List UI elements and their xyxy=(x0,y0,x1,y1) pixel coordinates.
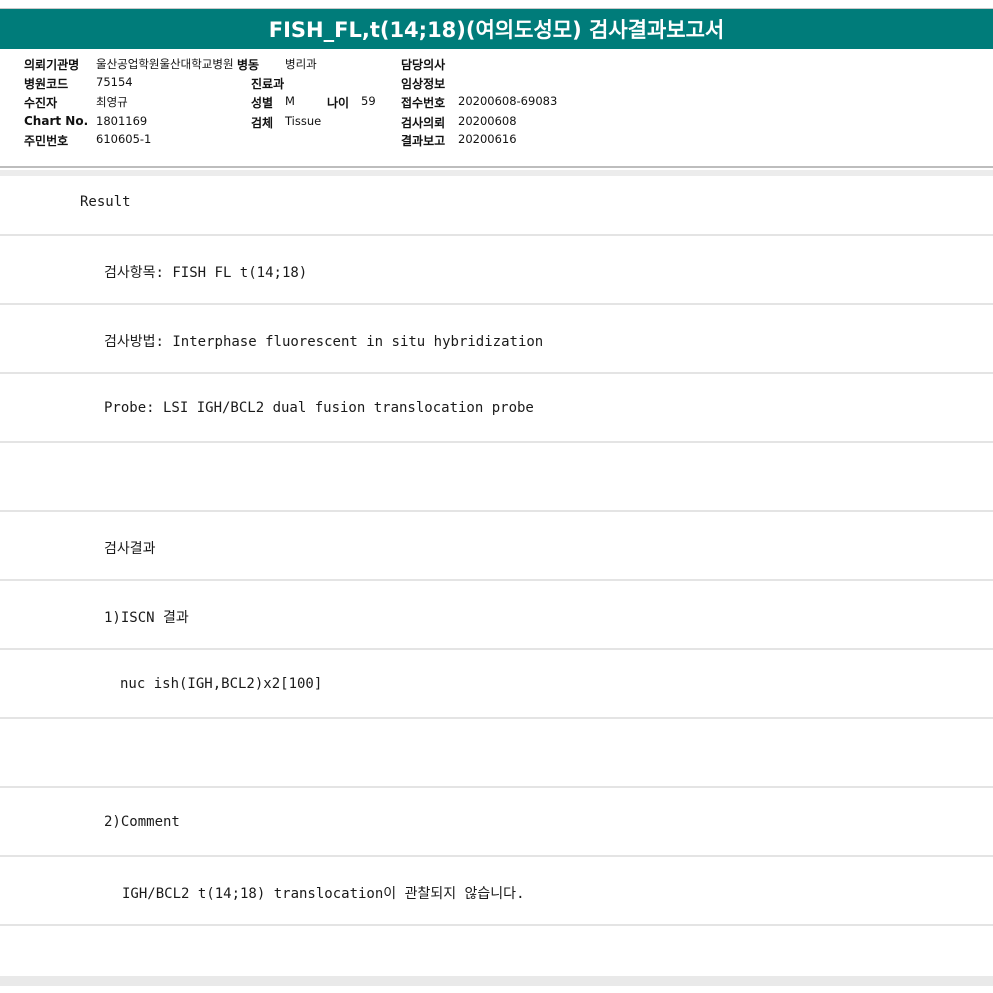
request-date-value: 20200608 xyxy=(458,114,517,128)
report-title: FISH_FL,t(14;18)(여의도성모) 검사결과보고서 xyxy=(0,8,993,49)
result-line: 2)Comment xyxy=(0,788,993,857)
institution-value: 울산공업학원울산대학교병원 xyxy=(96,57,234,71)
test-item-text: 검사항목: FISH FL t(14;18) xyxy=(104,265,308,281)
header-row-5: 주민번호 610605-1 결과보고 20200616 xyxy=(0,132,993,150)
header-row-3: 수진자 최영규 성별 M 나이 59 접수번호 20200608-69083 xyxy=(0,94,993,112)
age-label: 나이 xyxy=(327,96,350,110)
iscn-result-text: nuc ish(IGH,BCL2)x2[100] xyxy=(120,676,323,692)
test-result-heading: 검사결과 xyxy=(104,541,156,557)
test-method-text: 검사방법: Interphase fluorescent in situ hyb… xyxy=(104,334,544,350)
result-heading: Result xyxy=(80,194,131,210)
ward-label: 병동 xyxy=(237,58,260,72)
patient-label: 수진자 xyxy=(24,96,58,110)
ward-value: 병리과 xyxy=(285,57,317,71)
sex-value: M xyxy=(285,94,295,108)
resident-no-label: 주민번호 xyxy=(24,134,69,148)
result-line xyxy=(0,719,993,788)
department-label: 진료과 xyxy=(251,77,285,91)
specimen-value: Tissue xyxy=(285,114,322,128)
header-row-1: 의뢰기관명 울산공업학원울산대학교병원 병동 병리과 담당의사 xyxy=(0,56,993,74)
comment-text: IGH/BCL2 t(14;18) translocation이 관찰되지 않습… xyxy=(122,886,525,902)
clinical-info-label: 임상정보 xyxy=(401,77,446,91)
chart-no-label: Chart No. xyxy=(24,114,89,128)
specimen-label: 검체 xyxy=(251,116,274,130)
result-line: 검사항목: FISH FL t(14;18) xyxy=(0,236,993,305)
patient-info-panel: 의뢰기관명 울산공업학원울산대학교병원 병동 병리과 담당의사 병원코드 751… xyxy=(0,48,993,168)
footer-strip xyxy=(0,976,993,986)
result-line: Result xyxy=(0,170,993,236)
report-date-label: 결과보고 xyxy=(401,134,446,148)
physician-label: 담당의사 xyxy=(401,58,446,72)
sex-label: 성별 xyxy=(251,96,274,110)
receipt-no-value: 20200608-69083 xyxy=(458,94,558,108)
result-line: 검사방법: Interphase fluorescent in situ hyb… xyxy=(0,305,993,374)
chart-no-value: 1801169 xyxy=(96,114,148,128)
institution-label: 의뢰기관명 xyxy=(24,58,80,72)
result-line: 1)ISCN 결과 xyxy=(0,581,993,650)
age-value: 59 xyxy=(361,94,376,108)
request-date-label: 검사의뢰 xyxy=(401,116,446,130)
result-line xyxy=(0,443,993,512)
result-body: Result 검사항목: FISH FL t(14;18) 검사방법: Inte… xyxy=(0,170,993,993)
header-row-2: 병원코드 75154 진료과 임상정보 xyxy=(0,75,993,93)
hospital-code-value: 75154 xyxy=(96,75,133,89)
result-line: Probe: LSI IGH/BCL2 dual fusion transloc… xyxy=(0,374,993,443)
result-line: IGH/BCL2 t(14;18) translocation이 관찰되지 않습… xyxy=(0,857,993,926)
result-line: nuc ish(IGH,BCL2)x2[100] xyxy=(0,650,993,719)
resident-no-value: 610605-1 xyxy=(96,132,152,146)
iscn-heading: 1)ISCN 결과 xyxy=(104,610,189,626)
patient-value: 최영규 xyxy=(96,95,128,109)
receipt-no-label: 접수번호 xyxy=(401,96,446,110)
hospital-code-label: 병원코드 xyxy=(24,77,69,91)
report-date-value: 20200616 xyxy=(458,132,517,146)
comment-heading: 2)Comment xyxy=(104,814,180,830)
result-line: 검사결과 xyxy=(0,512,993,581)
header-row-4: Chart No. 1801169 검체 Tissue 검사의뢰 2020060… xyxy=(0,114,993,132)
probe-text: Probe: LSI IGH/BCL2 dual fusion transloc… xyxy=(104,400,534,416)
